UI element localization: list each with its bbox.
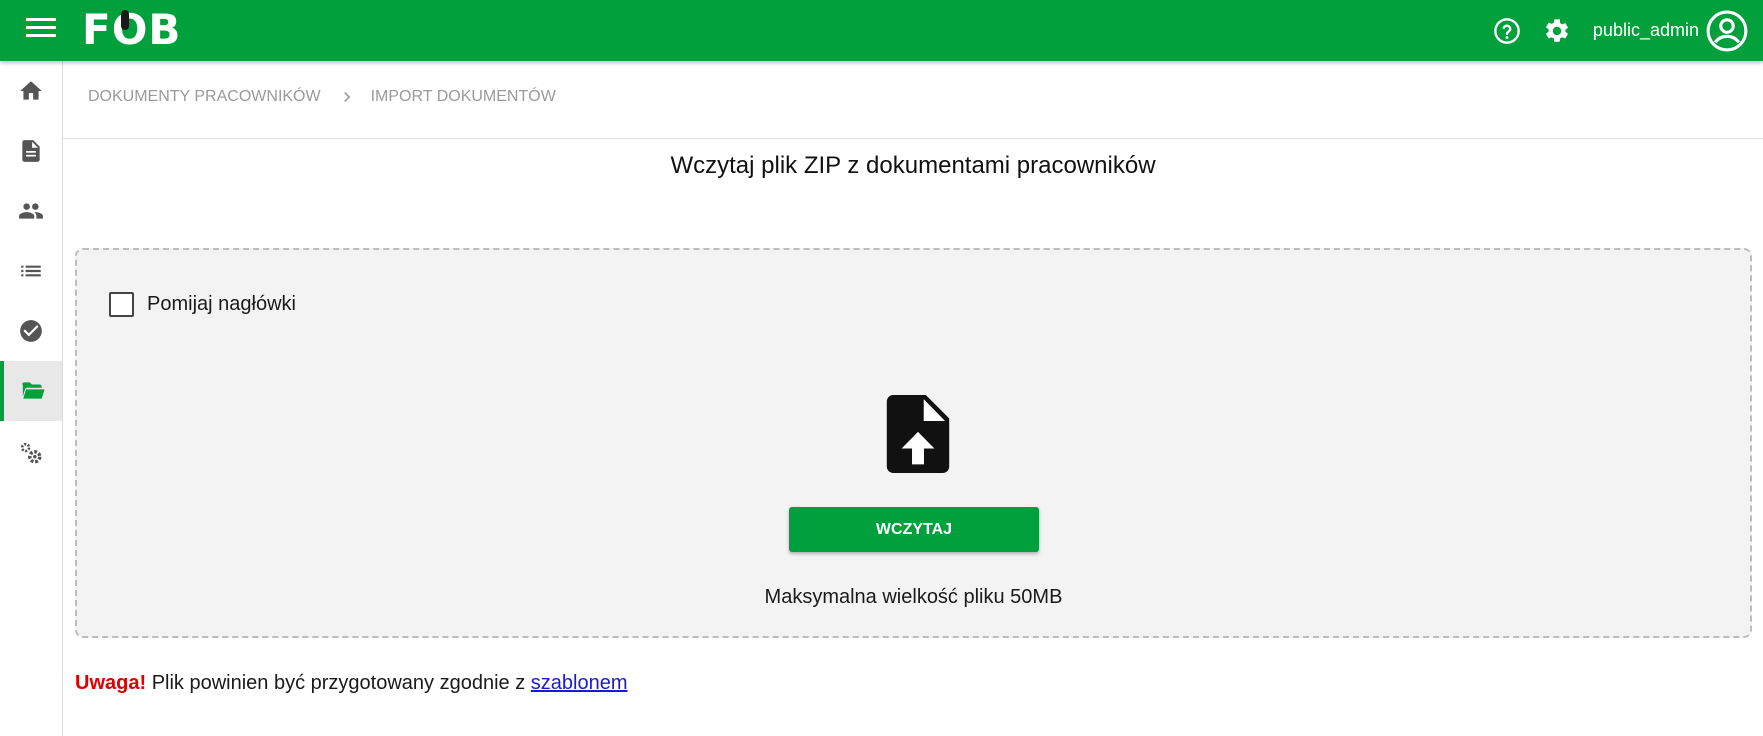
- help-icon[interactable]: [1493, 17, 1521, 45]
- upload-button[interactable]: WCZYTAJ: [789, 507, 1039, 552]
- page-title: Wczytaj plik ZIP z dokumentami pracownik…: [670, 152, 1156, 179]
- skip-headers-label[interactable]: Pomijaj nagłówki: [147, 293, 296, 316]
- template-warning: Uwaga! Plik powinien być przygotowany zg…: [75, 672, 628, 695]
- list-icon: [21, 265, 41, 277]
- warning-text: Plik powinien być przygotowany zgodnie z: [151, 672, 526, 694]
- settings-gears-icon: [20, 442, 42, 464]
- skip-headers-checkbox[interactable]: [109, 292, 134, 317]
- sidebar-item-settings[interactable]: [0, 423, 62, 483]
- file-upload-icon: [886, 395, 950, 473]
- sidebar-item-list[interactable]: [0, 241, 62, 301]
- max-file-size-text: Maksymalna wielkość pliku 50MB: [764, 586, 1063, 608]
- people-icon: [19, 203, 43, 219]
- document-icon: [22, 140, 40, 162]
- breadcrumb-item-documents[interactable]: DOKUMENTY PRACOWNIKÓW: [88, 88, 321, 106]
- warning-label: Uwaga!: [75, 672, 147, 694]
- folder-open-icon: [22, 382, 45, 399]
- menu-icon[interactable]: [26, 18, 56, 42]
- file-dropzone[interactable]: Pomijaj nagłówki WCZYTAJ Maksymalna wiel…: [75, 248, 1752, 638]
- breadcrumb-item-import: IMPORT DOKUMENTÓW: [370, 88, 556, 105]
- sidebar-item-employees[interactable]: [0, 181, 62, 241]
- chevron-right-icon: [343, 92, 350, 102]
- sidebar-item-documents[interactable]: [0, 121, 62, 181]
- header-divider: [63, 138, 1763, 139]
- top-app-bar: FOB public_admin: [0, 0, 1763, 61]
- home-icon: [20, 81, 42, 100]
- gear-icon[interactable]: [1543, 17, 1571, 45]
- account-circle-icon[interactable]: [1705, 9, 1749, 53]
- template-link[interactable]: szablonem: [531, 672, 628, 694]
- logo-text: FOB: [82, 5, 182, 54]
- username-label[interactable]: public_admin: [1593, 20, 1699, 41]
- breadcrumb: DOKUMENTY PRACOWNIKÓW IMPORT DOKUMENTÓW: [88, 88, 556, 106]
- skip-headers-checkbox-row[interactable]: Pomijaj nagłówki: [109, 292, 296, 317]
- top-right-actions: public_admin: [1493, 0, 1749, 61]
- check-circle-icon: [20, 320, 42, 342]
- sidebar-item-home[interactable]: [0, 61, 62, 121]
- app-logo[interactable]: FOB: [82, 8, 181, 52]
- sidebar-item-approvals[interactable]: [0, 301, 62, 361]
- sidebar: [0, 61, 63, 736]
- sidebar-item-import[interactable]: [0, 361, 62, 421]
- logo-dot: [121, 10, 129, 30]
